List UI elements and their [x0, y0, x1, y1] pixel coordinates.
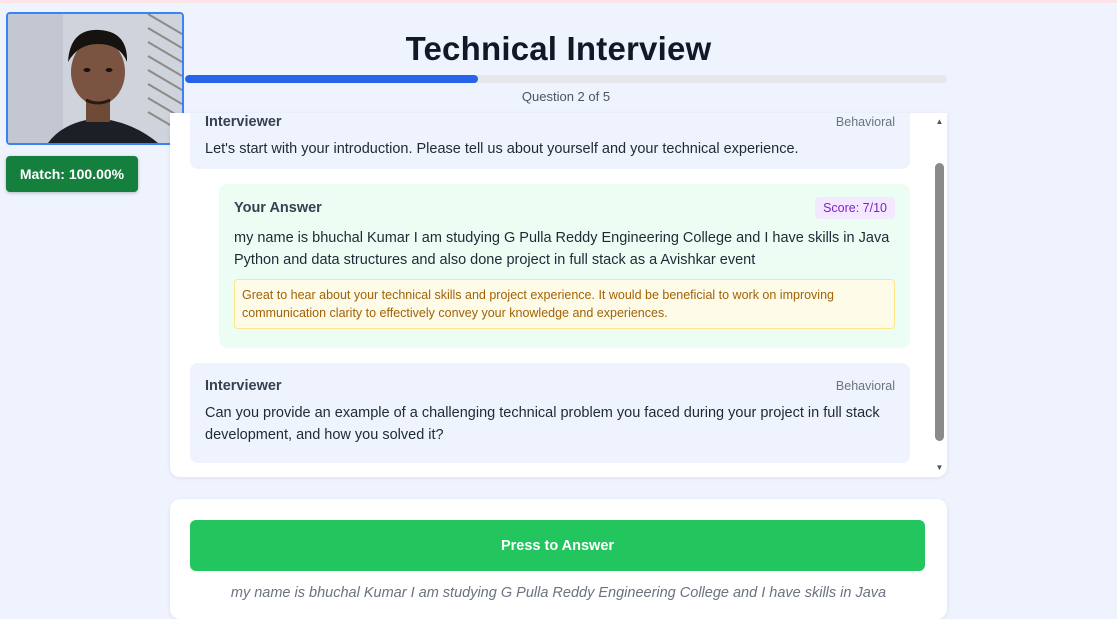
message-sender: Interviewer: [205, 378, 282, 394]
top-border: [0, 0, 1117, 3]
scroll-down-arrow-icon[interactable]: ▼: [932, 461, 947, 475]
press-to-answer-button[interactable]: Press to Answer: [190, 520, 925, 571]
question-type-tag: Behavioral: [835, 379, 895, 393]
match-badge: Match: 100.00%: [6, 156, 138, 192]
progress-bar-fill: [185, 75, 479, 83]
scrollbar-thumb[interactable]: [935, 163, 944, 441]
answer-message: Your Answer Score: 7/10 my name is bhuch…: [219, 184, 910, 348]
question-type-tag: Behavioral: [835, 115, 895, 129]
message-text: Can you provide an example of a challeng…: [205, 405, 880, 443]
score-badge: Score: 7/10: [815, 197, 895, 219]
conversation-panel[interactable]: Interviewer Behavioral Let's start with …: [170, 113, 947, 477]
message-text: Let's start with your introduction. Plea…: [205, 141, 799, 157]
interviewer-message: Interviewer Behavioral Let's start with …: [190, 113, 910, 169]
feedback-box: Great to hear about your technical skill…: [234, 279, 895, 329]
interviewer-message: Interviewer Behavioral Can you provide a…: [190, 363, 910, 463]
page-title: Technical Interview: [405, 30, 712, 67]
message-sender: Interviewer: [205, 114, 282, 130]
live-transcript: my name is bhuchal Kumar I am studying G…: [230, 585, 887, 601]
answer-panel: Press to Answer my name is bhuchal Kumar…: [170, 499, 947, 619]
message-sender: Your Answer: [234, 200, 322, 216]
conversation-scrollbar[interactable]: ▲ ▼: [932, 113, 947, 477]
scroll-up-arrow-icon[interactable]: ▲: [932, 115, 947, 129]
progress-bar: [185, 75, 947, 83]
question-counter: Question 2 of 5: [521, 89, 611, 104]
answer-text: my name is bhuchal Kumar I am studying G…: [234, 230, 890, 268]
